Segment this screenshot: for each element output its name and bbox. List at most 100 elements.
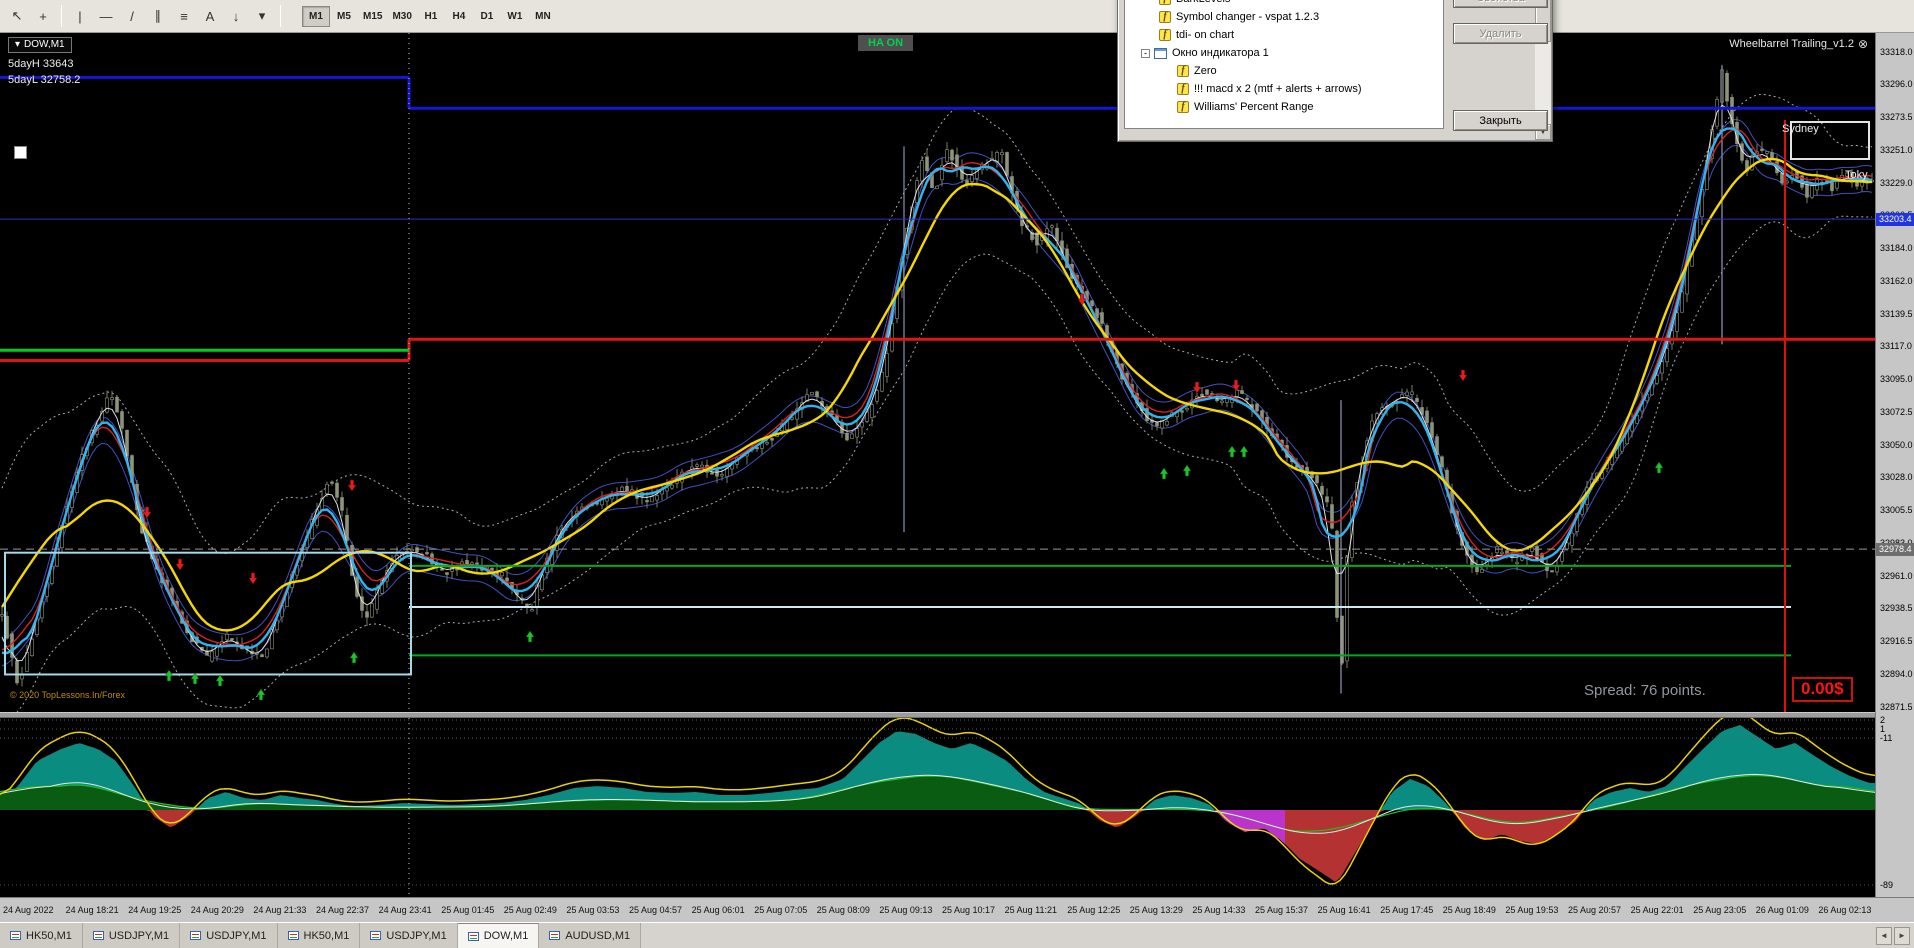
timeframe-m15-button[interactable]: M15: [358, 6, 387, 27]
chart-icon: [287, 931, 299, 940]
tab-scroll-left-button[interactable]: ◄: [1876, 926, 1892, 945]
indicator-list-item[interactable]: - Окно индикатора 1: [1125, 44, 1443, 62]
ea-close-icon[interactable]: ⊗: [1858, 37, 1868, 51]
fx-icon: f: [1159, 0, 1171, 5]
fx-icon: f: [1177, 83, 1189, 95]
price-tick-label: 33072.5: [1880, 406, 1913, 417]
price-tick-label: 33005.5: [1880, 505, 1913, 515]
time-axis: 24 Aug 2022 24 Aug 18:21 24 Aug 19:25 24 Au…: [0, 897, 1914, 922]
crosshair-tool-icon[interactable]: +: [31, 4, 55, 28]
symbol-label: DOW,M1: [24, 39, 65, 50]
ea-name-label: Wheelbarrel Trailing_v1.2: [1729, 38, 1854, 50]
indicator-panel[interactable]: [0, 718, 1875, 895]
price-tick-label: 32938.5: [1880, 603, 1913, 614]
fx-icon: f: [1177, 101, 1189, 113]
time-tick-label: 25 Aug 03:53: [566, 905, 620, 915]
indicator-list-item[interactable]: f Symbol changer - vspat 1.2.3: [1125, 8, 1443, 26]
chart-tab-dow-m1[interactable]: DOW,M1: [457, 923, 540, 948]
time-tick-label: 25 Aug 02:49: [503, 905, 557, 915]
text-tool-icon[interactable]: A: [198, 4, 222, 28]
time-tick-label: 26 Aug 01:09: [1755, 905, 1809, 915]
session-label-sydney: Sydney: [1782, 123, 1819, 135]
price-tick-label: 33162.0: [1880, 275, 1913, 286]
dialog-delete-button: Удалить: [1453, 23, 1548, 44]
tab-scroll-right-button[interactable]: ►: [1894, 926, 1910, 945]
fx-icon: f: [1159, 29, 1171, 41]
copyright-label: © 2020 TopLessons.In/Forex: [10, 690, 126, 700]
time-tick-label: 26 Aug 02:13: [1818, 905, 1872, 915]
price-tick-label: 32871.5: [1880, 701, 1913, 712]
chart-tab-usdjpy-m1[interactable]: USDJPY,M1: [180, 923, 278, 948]
fx-icon: f: [1177, 65, 1189, 77]
horizontal-line-tool-icon[interactable]: —: [94, 4, 118, 28]
heiken-ashi-toggle[interactable]: HA ON: [858, 35, 914, 51]
indicator-item-label: tdi- on chart: [1176, 29, 1235, 41]
time-tick-label: 25 Aug 17:45: [1380, 905, 1434, 915]
indicator-list-item[interactable]: f !!! macd x 2 (mtf + alerts + arrows): [1125, 80, 1443, 98]
chart-icon: [549, 931, 561, 940]
fibonacci-tool-icon[interactable]: ≡: [172, 4, 196, 28]
time-tick-label: 25 Aug 15:37: [1255, 905, 1309, 915]
time-tick-label: 25 Aug 18:49: [1442, 905, 1496, 915]
price-tick-label: 33296.0: [1880, 79, 1913, 90]
indicator-list-item[interactable]: f Zero: [1125, 62, 1443, 80]
chart-icon: [467, 931, 479, 941]
indicator-canvas[interactable]: [0, 718, 1875, 895]
time-tick-label: 25 Aug 09:13: [879, 905, 933, 915]
toolbar-separator: [61, 5, 62, 27]
time-tick-label: 25 Aug 20:57: [1568, 905, 1622, 915]
chart-icon: [10, 931, 21, 940]
five-day-high-label: 5dayH 33643: [8, 58, 74, 70]
timeframe-m30-button[interactable]: M30: [387, 6, 416, 27]
symbol-dropdown-icon: ▾: [15, 39, 21, 50]
timeframe-m5-button[interactable]: M5: [330, 6, 358, 27]
price-tick-label: 33028.0: [1880, 472, 1913, 483]
timeframe-w1-button[interactable]: W1: [501, 6, 529, 27]
time-tick-label: 24 Aug 22:37: [316, 905, 370, 915]
time-tick-label: 25 Aug 06:01: [691, 905, 745, 915]
tree-expander-icon[interactable]: -: [1141, 48, 1150, 58]
chart-tab-usdjpy-m1[interactable]: USDJPY,M1: [360, 923, 458, 948]
cursor-tool-icon[interactable]: ↖: [5, 4, 29, 28]
price-tick-label: 33139.5: [1880, 308, 1913, 319]
timeframe-group: M1 M5 M15 M30 H1 H4 D1 W1 MN: [302, 5, 557, 27]
timeframe-h1-button[interactable]: H1: [417, 6, 445, 27]
price-tick-label: 33095.0: [1880, 374, 1913, 384]
trendline-tool-icon[interactable]: /: [120, 4, 144, 28]
dialog-close-button[interactable]: Закрыть: [1453, 110, 1548, 131]
time-tick-label: 24 Aug 20:29: [190, 905, 244, 915]
chart-tab-usdjpy-m1[interactable]: USDJPY,M1: [82, 923, 181, 948]
fx-icon: f: [1159, 11, 1171, 23]
symbol-strip: ▾ DOW,M1: [8, 37, 72, 53]
vertical-line-tool-icon[interactable]: |: [68, 4, 92, 28]
indicator-list-item[interactable]: f tdi- on chart: [1125, 26, 1443, 44]
main-chart[interactable]: ▾ DOW,M1 5dayH 33643 5dayL 32758.2 HA ON…: [0, 33, 1875, 712]
timeframe-m1-button[interactable]: M1: [302, 5, 330, 27]
ea-checkbox[interactable]: [14, 146, 27, 159]
time-tick-label: 25 Aug 04:57: [629, 905, 683, 915]
price-tick-label: 32894.0: [1880, 668, 1913, 679]
price-chart-canvas[interactable]: [0, 33, 1875, 712]
timeframe-h4-button[interactable]: H4: [445, 6, 473, 27]
timeframe-d1-button[interactable]: D1: [473, 6, 501, 27]
indicator-list-item[interactable]: f BarkLevels: [1125, 0, 1443, 8]
indicator-item-label: Zero: [1194, 65, 1217, 77]
indicator-item-label: BarkLevels: [1176, 0, 1230, 5]
five-day-low-label: 5dayL 32758.2: [8, 74, 81, 86]
toolbar-separator: [280, 5, 281, 27]
indicators-list-dialog: f BarkLevels f Symbol changer - vspat 1.2.3…: [1117, 0, 1553, 142]
chart-tab-audusd-m1[interactable]: AUDUSD,M1: [539, 923, 642, 948]
chart-tab-hk50-m1[interactable]: HK50,M1: [0, 923, 83, 948]
indicator-list-item[interactable]: f Williams' Percent Range: [1125, 98, 1443, 116]
time-tick-label: 24 Aug 19:25: [128, 905, 182, 915]
price-tick-label: 33229.0: [1880, 177, 1913, 188]
arrows-tool-icon[interactable]: ↓: [224, 4, 248, 28]
tab-scroll-buttons: ◄ ►: [1876, 923, 1914, 948]
shapes-dropdown-tool-icon[interactable]: ▾: [250, 4, 274, 28]
price-tick-label: 33251.0: [1880, 144, 1913, 155]
timeframe-mn-button[interactable]: MN: [529, 6, 557, 27]
time-tick-label: 25 Aug 07:05: [754, 905, 808, 915]
time-tick-label: 25 Aug 16:41: [1317, 905, 1371, 915]
equidistant-channel-tool-icon[interactable]: ∥: [146, 4, 170, 28]
chart-tab-hk50-m1[interactable]: HK50,M1: [277, 923, 361, 948]
